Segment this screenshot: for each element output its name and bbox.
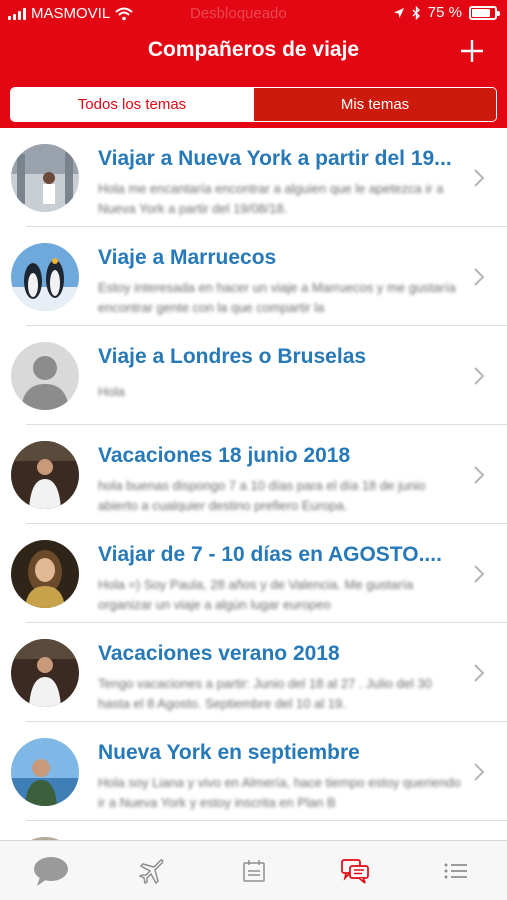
tab-calendar[interactable] bbox=[203, 841, 304, 900]
avatar bbox=[11, 243, 79, 311]
avatar bbox=[11, 540, 79, 608]
lock-status-label: Desbloqueado bbox=[190, 5, 287, 22]
list-item[interactable]: Vacaciones verano 2018 Tengo vacaciones … bbox=[0, 623, 507, 722]
status-right: 75 % bbox=[393, 4, 500, 21]
chevron-right-icon bbox=[474, 367, 485, 385]
chevron-right-icon bbox=[474, 763, 485, 781]
airplane-icon bbox=[139, 858, 164, 884]
topic-preview: Hola =) Soy Paula, 28 años y de Valencia… bbox=[98, 577, 414, 612]
topic-title: Vacaciones verano 2018 bbox=[98, 642, 340, 665]
signal-icon bbox=[8, 7, 26, 20]
location-arrow-icon bbox=[393, 7, 404, 18]
tab-all-topics[interactable]: Todos los temas bbox=[11, 88, 253, 121]
top-bar: MASMOVIL Desbloqueado 75 % Compañeros de… bbox=[0, 0, 507, 128]
tab-my-topics[interactable]: Mis temas bbox=[253, 88, 496, 121]
plus-icon bbox=[461, 40, 483, 62]
app-screen: MASMOVIL Desbloqueado 75 % Compañeros de… bbox=[0, 0, 507, 900]
avatar bbox=[11, 342, 79, 410]
topic-preview: Hola me encantaría encontrar a alguien q… bbox=[98, 181, 444, 216]
chevron-right-icon bbox=[474, 169, 485, 187]
topic-title: Vacaciones 18 junio 2018 bbox=[98, 444, 351, 467]
topic-title: Viaje a Londres o Bruselas bbox=[98, 345, 367, 368]
list-item[interactable]: Viajar de 7 - 10 días en AGOSTO.... Hola… bbox=[0, 524, 507, 623]
topic-preview: Hola bbox=[98, 384, 125, 399]
avatar bbox=[11, 144, 79, 212]
list-item[interactable] bbox=[0, 821, 507, 840]
topic-preview: hola buenas dispongo 7 a 10 días para el… bbox=[98, 478, 426, 513]
topic-title: Viaje a Marruecos bbox=[98, 246, 277, 269]
tab-messages[interactable] bbox=[304, 841, 405, 900]
tab-list[interactable] bbox=[406, 841, 507, 900]
wifi-icon bbox=[115, 7, 133, 20]
bluetooth-icon bbox=[412, 5, 420, 20]
list-icon bbox=[444, 863, 468, 878]
battery-label: 75 % bbox=[427, 4, 462, 21]
chevron-right-icon bbox=[474, 466, 485, 484]
topic-title: Nueva York en septiembre bbox=[98, 741, 360, 764]
avatar bbox=[11, 441, 79, 509]
carrier-label: MASMOVIL bbox=[31, 5, 111, 22]
avatar bbox=[11, 639, 79, 707]
bottom-tab-bar bbox=[0, 840, 507, 900]
tab-chat[interactable] bbox=[0, 841, 101, 900]
chevron-right-icon bbox=[474, 565, 485, 583]
add-topic-button[interactable] bbox=[455, 34, 489, 68]
page-title: Compañeros de viaje bbox=[147, 38, 360, 61]
topic-preview: Tengo vacaciones a partir: Junio del 18 … bbox=[98, 676, 432, 711]
list-item[interactable]: Viajar a Nueva York a partir del 19... H… bbox=[0, 128, 507, 227]
list-item[interactable]: Viaje a Marruecos Estoy interesada en ha… bbox=[0, 227, 507, 326]
list-item[interactable]: Nueva York en septiembre Hola soy Liana … bbox=[0, 722, 507, 821]
topic-title: Viajar a Nueva York a partir del 19... bbox=[98, 147, 452, 170]
messages-icon bbox=[341, 858, 369, 884]
topic-preview: Estoy interesada en hacer un viaje a Mar… bbox=[98, 280, 456, 315]
status-left: MASMOVIL bbox=[8, 5, 133, 22]
chat-bubble-icon bbox=[33, 856, 68, 886]
chevron-right-icon bbox=[474, 664, 485, 682]
topic-preview: Hola soy Liana y vivo en Almería, hace t… bbox=[98, 775, 461, 810]
list-item[interactable]: Viaje a Londres o Bruselas Hola bbox=[0, 326, 507, 425]
battery-icon bbox=[469, 5, 500, 20]
chevron-right-icon bbox=[474, 268, 485, 286]
topics-list: Viajar a Nueva York a partir del 19... H… bbox=[0, 128, 507, 840]
status-bar: MASMOVIL Desbloqueado 75 % bbox=[0, 0, 507, 28]
topic-filter-segmented-control: Todos los temas Mis temas bbox=[10, 87, 497, 122]
calendar-icon bbox=[242, 859, 265, 882]
topic-title: Viajar de 7 - 10 días en AGOSTO.... bbox=[98, 543, 442, 566]
list-item[interactable]: Vacaciones 18 junio 2018 hola buenas dis… bbox=[0, 425, 507, 524]
avatar bbox=[11, 738, 79, 806]
tab-flights[interactable] bbox=[101, 841, 202, 900]
